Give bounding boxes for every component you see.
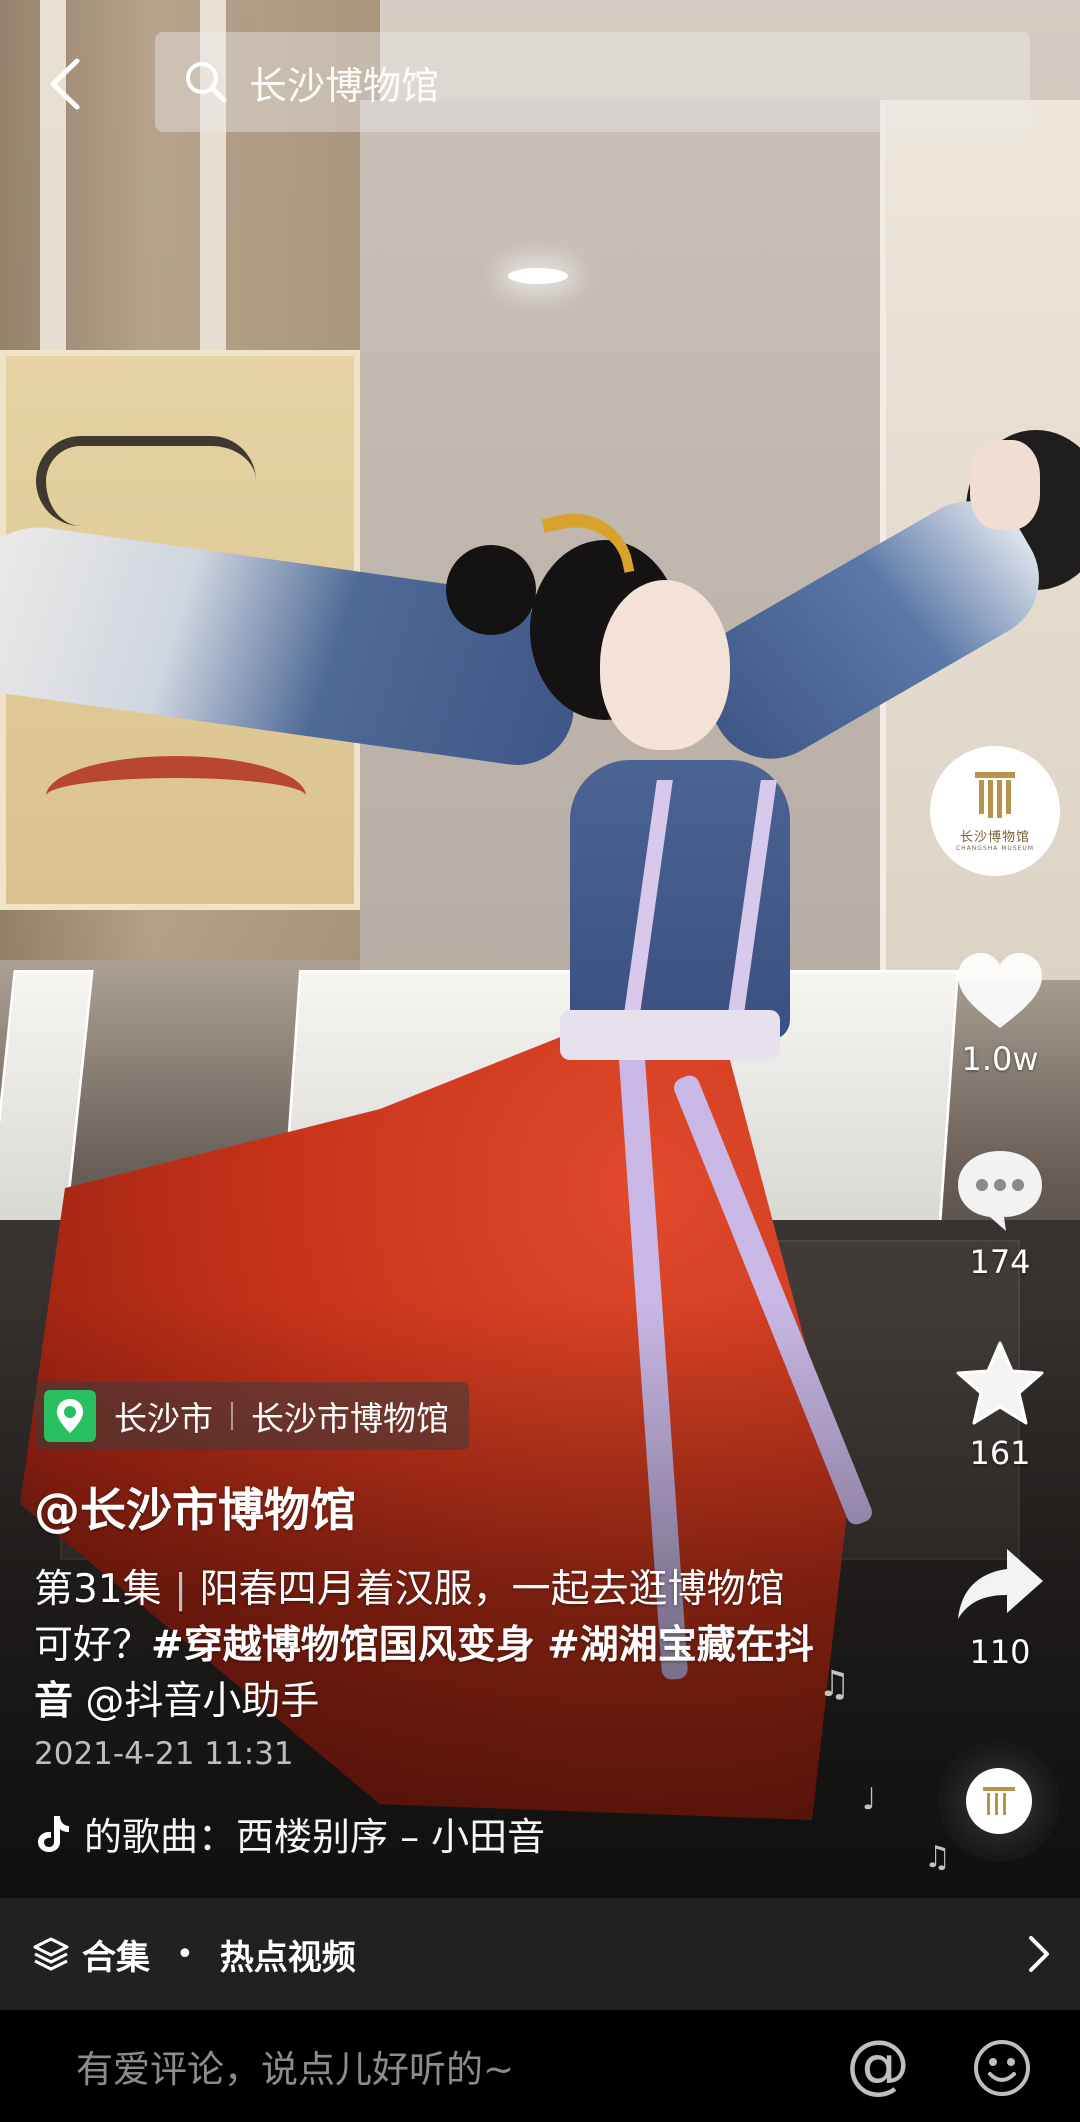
painting-stroke — [46, 756, 306, 836]
collection-dot: • — [176, 1936, 194, 1972]
painting-stroke — [36, 436, 256, 526]
post-date: 2021-4-21 11:31 — [34, 1736, 294, 1772]
author-handle[interactable]: @长沙市博物馆 — [34, 1474, 356, 1540]
heart-icon — [958, 953, 1042, 1028]
location-place: 长沙市博物馆 — [251, 1399, 449, 1438]
hashtag-link[interactable]: #穿越博物馆国风变身 — [151, 1623, 535, 1668]
music-text: 的歌曲：西楼别序 – 小田音 — [84, 1815, 546, 1859]
video-description: 第31集 | 阳春四月着汉服，一起去逛博物馆可好？#穿越博物馆国风变身 #湖湘宝… — [34, 1562, 814, 1730]
location-pin-icon — [44, 1390, 96, 1442]
dancer-face — [600, 580, 730, 750]
museum-logo-icon — [983, 1787, 1015, 1815]
ceiling-spotlight — [508, 268, 568, 284]
layers-icon — [32, 1935, 70, 1973]
author-avatar[interactable]: 长沙博物馆 CHANGSHA MUSEUM — [930, 746, 1060, 876]
like-count: 1.0w — [961, 1040, 1039, 1078]
dancer-hand — [970, 440, 1040, 530]
comment-input[interactable]: 有爱评论，说点儿好听的~ — [76, 2039, 514, 2093]
collection-label: 合集 — [82, 1937, 150, 1978]
share-count: 110 — [969, 1633, 1031, 1671]
mention-link[interactable]: @抖音小助手 — [85, 1679, 319, 1724]
collection-bar[interactable]: 合集 • 热点视频 — [0, 1898, 1080, 2010]
search-query: 长沙博物馆 — [249, 63, 440, 108]
location-divider — [231, 1402, 233, 1430]
location-chip[interactable]: 长沙市 长沙市博物馆 — [36, 1382, 469, 1450]
mention-button[interactable]: @ — [846, 2028, 910, 2102]
avatar-brand-text: 长沙博物馆 — [959, 830, 1030, 845]
collection-title: 热点视频 — [219, 1937, 356, 1978]
location-city: 长沙市 — [114, 1399, 213, 1438]
museum-logo-icon — [975, 772, 1015, 818]
star-icon — [956, 1341, 1044, 1425]
douyin-note-icon — [38, 1815, 69, 1852]
emoji-icon[interactable] — [972, 2038, 1032, 2098]
search-bar[interactable]: 长沙博物馆 — [155, 32, 1030, 132]
back-button[interactable] — [30, 44, 100, 124]
search-icon — [183, 59, 229, 105]
top-bar: 长沙博物馆 — [0, 0, 1080, 150]
description-divider: | — [174, 1567, 188, 1612]
music-disc-cover — [966, 1768, 1032, 1834]
share-button[interactable]: 110 — [940, 1545, 1060, 1671]
music-note-icon: ♩ — [862, 1782, 877, 1817]
favorite-button[interactable]: 161 — [940, 1340, 1060, 1472]
comment-button[interactable]: 174 — [940, 1145, 1060, 1281]
music-note-icon: ♫ — [924, 1840, 951, 1875]
dancer-hair-bun — [446, 545, 536, 635]
avatar-brand-en: CHANGSHA MUSEUM — [955, 845, 1034, 852]
episode-label: 第31集 — [34, 1567, 162, 1612]
comment-count: 174 — [969, 1243, 1031, 1281]
music-ticker[interactable]: 的歌曲：西楼别序 – 小田音 — [34, 1806, 594, 1861]
chevron-right-icon — [1029, 1936, 1049, 1972]
share-arrow-icon — [958, 1549, 1043, 1619]
favorite-count: 161 — [969, 1434, 1031, 1472]
dancer-belt — [560, 1010, 780, 1060]
like-button[interactable]: 1.0w — [940, 950, 1060, 1078]
comment-input-bar[interactable]: 有爱评论，说点儿好听的~ @ — [0, 2010, 1080, 2122]
music-disc[interactable] — [938, 1740, 1060, 1862]
back-arrow-icon — [50, 58, 80, 110]
comment-bubble-icon — [958, 1151, 1042, 1231]
music-note-icon: ♫ — [818, 1664, 851, 1705]
